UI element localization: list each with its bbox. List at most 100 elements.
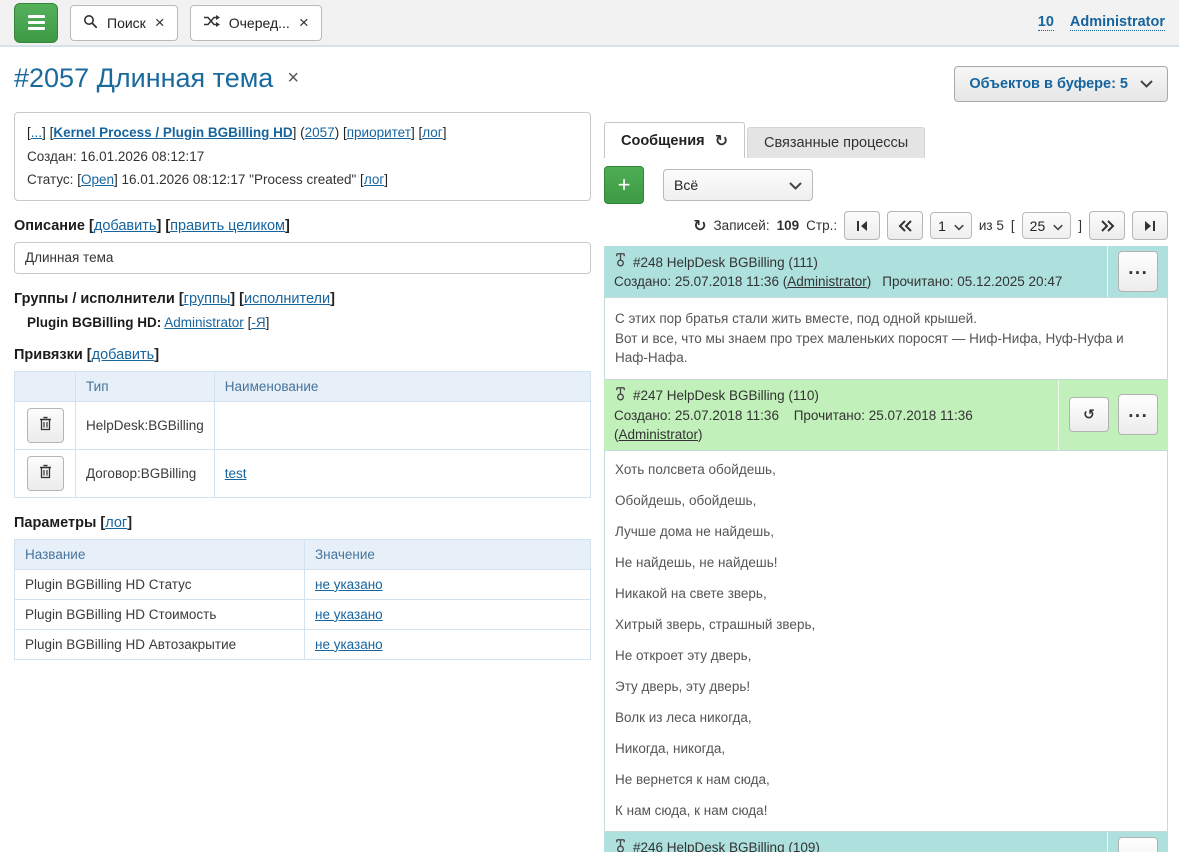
process-links-line: [...] [Kernel Process / Plugin BGBilling… [27,121,578,145]
message-filter-select[interactable]: Всё [663,169,813,201]
user-name-link[interactable]: Administrator [1070,14,1165,31]
prev-page-button[interactable] [887,211,923,240]
refresh-icon[interactable]: ↻ [715,131,728,150]
records-label: Записей: [714,218,770,233]
tab-related-processes[interactable]: Связанные процессы [747,127,925,158]
process-type-link: [Kernel Process / Plugin BGBilling HD] [50,125,297,140]
tab-messages[interactable]: Сообщения ↻ [604,122,745,158]
message-reply-button[interactable]: ↺ [1069,397,1109,432]
message-header: #246 HelpDesk BGBilling (109)Создано: 25… [604,832,1168,852]
message-type-icon [614,252,627,272]
chevron-down-icon [954,218,964,234]
log-link-anchor[interactable]: лог [422,125,442,140]
message-read-time: Прочитано: 25.07.2018 11:36 [794,408,973,423]
close-icon[interactable]: × [155,14,165,31]
topbar: Поиск × Очеред... × 10 Administrator [0,0,1179,47]
groups-link-anchor[interactable]: группы [184,291,231,307]
log-link: [лог] [418,125,446,140]
buffer-button[interactable]: Объектов в буфере: 5 [954,66,1168,102]
description-add-link-anchor[interactable]: добавить [94,218,157,234]
executors-link-anchor[interactable]: исполнители [244,291,330,307]
expand-link-anchor[interactable]: ... [31,125,42,140]
remove-me-link-anchor[interactable]: -Я [251,315,265,330]
process-id-link-anchor[interactable]: 2057 [305,125,335,140]
message: #248 HelpDesk BGBilling (111)Создано: 25… [604,246,1168,380]
last-page-button[interactable] [1132,211,1168,240]
message-more-button[interactable]: ... [1118,394,1158,435]
executor-user-link[interactable]: Administrator [164,315,244,330]
message-body-line: Никакой на свете зверь, [615,586,1157,602]
status-text: 16.01.2026 08:12:17 "Process created" [122,172,357,187]
parameter-value-link[interactable]: не указано [315,577,383,592]
refresh-icon[interactable]: ↻ [693,216,706,235]
message-meta: Создано: 25.07.2018 11:36 (Administrator… [614,272,1097,291]
description-heading: Описание [добавить] [править целиком] [14,218,591,234]
message-more-button[interactable]: ... [1118,251,1158,292]
user-id-link[interactable]: 10 [1038,14,1054,31]
add-message-button[interactable]: + [604,166,644,204]
binding-name-link[interactable]: test [225,466,247,481]
bindings-col-type: Тип [76,371,215,401]
parameter-name: Plugin BGBilling HD Стоимость [15,599,305,629]
parameter-name: Plugin BGBilling HD Автозакрытие [15,629,305,659]
groups-link: [группы] [179,291,235,307]
parameter-row: Plugin BGBilling HD Статус не указано [15,569,591,599]
menu-button[interactable] [14,3,58,43]
delete-binding-button[interactable] [27,456,64,491]
status-open-link-anchor[interactable]: Open [81,172,114,187]
bindings-heading: Привязки [добавить] [14,347,591,363]
parameter-value: не указано [305,629,591,659]
parameter-value-link[interactable]: не указано [315,637,383,652]
priority-link-anchor[interactable]: приоритет [347,125,411,140]
messages-panel: Сообщения ↻ Связанные процессы + Всё ↻ З… [604,122,1168,852]
message-body-line: Не найдешь, не найдешь! [615,555,1157,571]
shuffle-icon [203,14,220,31]
next-page-button[interactable] [1089,211,1125,240]
message-type-icon [614,386,627,406]
message-actions: ... [1107,832,1168,852]
page-title: #2057 Длинная тема [14,63,273,94]
message-author-line: (Administrator) [614,425,1048,444]
bindings-add-link-anchor[interactable]: добавить [92,347,155,363]
message-body-line: Волк из леса никогда, [615,710,1157,726]
hamburger-icon [28,15,45,18]
parameters-col-value: Значение [305,539,591,569]
message-body-line: Эту дверь, эту дверь! [615,679,1157,695]
records-count: 109 [777,218,800,233]
executors-link: [исполнители] [239,291,335,307]
message-body: С этих пор братья стали жить вместе, под… [604,297,1168,380]
tab-search[interactable]: Поиск × [70,5,178,41]
close-icon[interactable]: × [299,14,309,31]
first-page-button[interactable] [844,211,880,240]
bindings-table: Тип Наименование HelpDesk:BGBillingДогов… [14,371,591,498]
panel-tabs: Сообщения ↻ Связанные процессы [604,122,1168,158]
chevron-down-icon [789,177,802,193]
message-author-link[interactable]: Administrator [619,427,699,442]
created-line: Создан: 16.01.2026 08:12:17 [27,145,578,169]
message-body-line: Хитрый зверь, страшный зверь, [615,617,1157,633]
message-more-button[interactable]: ... [1118,837,1158,852]
page-number-select[interactable]: 1 [930,212,972,239]
message-author-link[interactable]: Administrator [787,274,867,289]
description-input[interactable] [14,242,591,274]
parameter-name: Plugin BGBilling HD Статус [15,569,305,599]
plus-icon: + [618,174,631,196]
delete-binding-button[interactable] [27,408,64,443]
tab-queue[interactable]: Очеред... × [190,5,322,41]
binding-row: HelpDesk:BGBilling [15,401,591,449]
close-process-icon[interactable]: × [287,67,299,90]
parameter-row: Plugin BGBilling HD Автозакрытие не указа… [15,629,591,659]
page-size-select[interactable]: 25 [1022,212,1072,239]
binding-type: HelpDesk:BGBilling [76,401,215,449]
tab-search-label: Поиск [107,15,146,31]
parameter-value-link[interactable]: не указано [315,607,383,622]
status-log-link-anchor[interactable]: лог [364,172,384,187]
message-actions: ↺... [1058,380,1168,450]
priority-link: [приоритет] [343,125,415,140]
trash-icon [39,416,52,434]
process-type-link-anchor[interactable]: Kernel Process / Plugin BGBilling HD [53,125,292,140]
status-label: Статус: [27,172,73,187]
parameters-table-body: Plugin BGBilling HD Статусне указаноPlug… [15,569,591,659]
description-edit-link-anchor[interactable]: править целиком [170,218,285,234]
parameters-log-link-anchor[interactable]: лог [105,515,127,531]
